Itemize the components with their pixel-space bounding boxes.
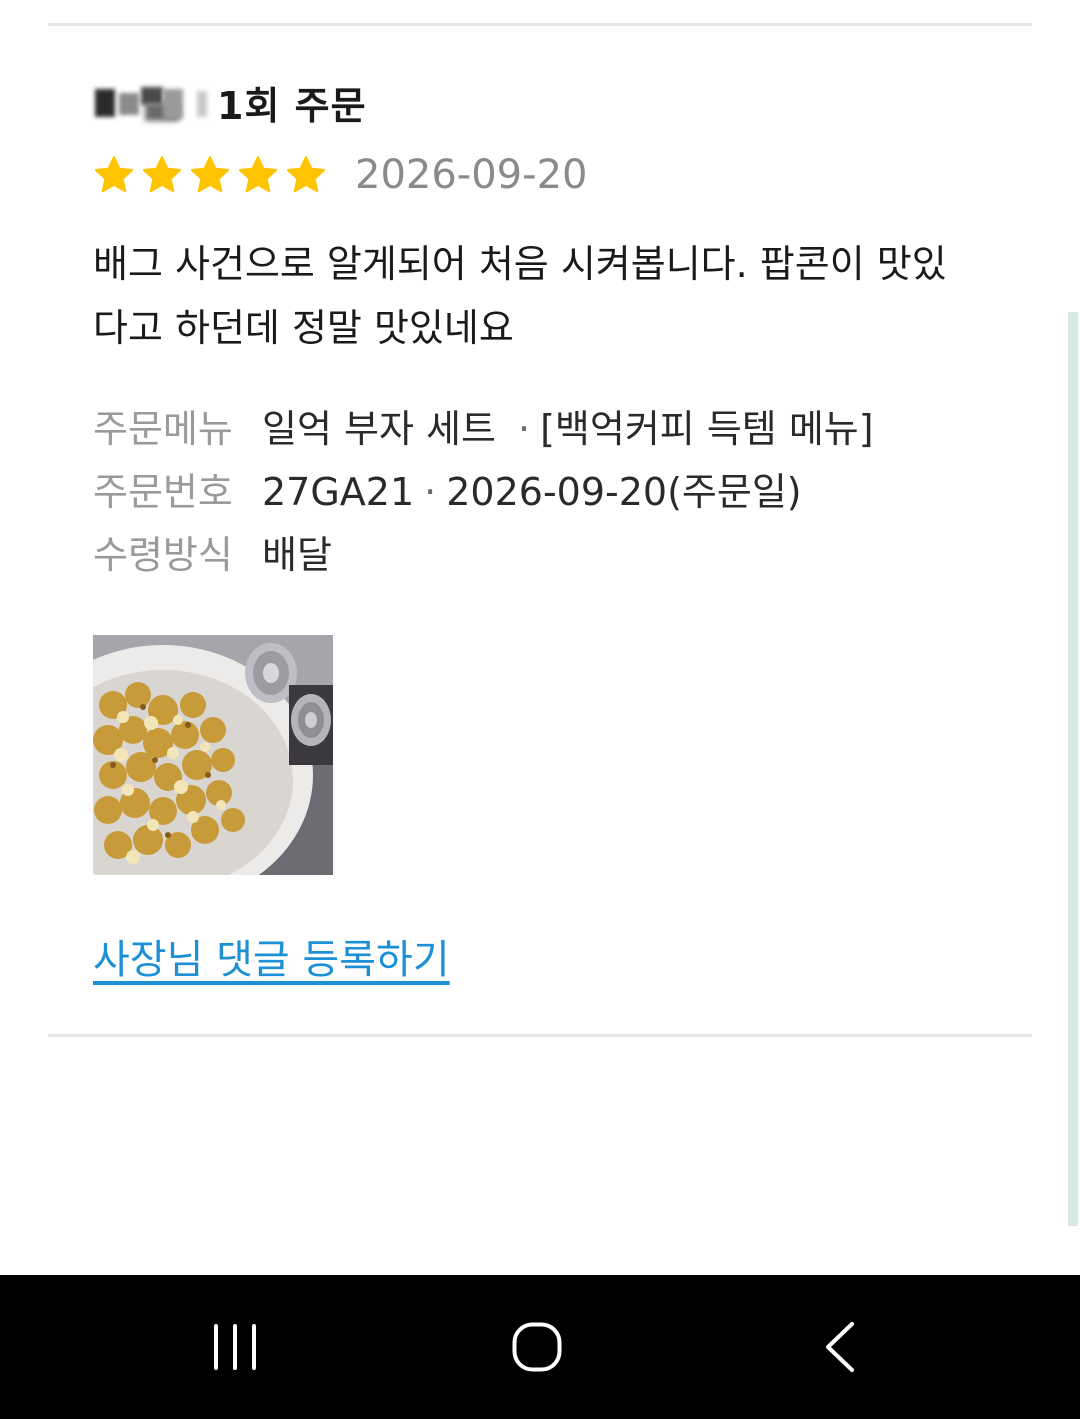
- back-icon: [826, 1322, 854, 1372]
- review-photo[interactable]: [93, 635, 333, 875]
- separator-dot: ·: [518, 407, 531, 451]
- recent-apps-button[interactable]: [155, 1275, 315, 1419]
- review-text: 배그 사건으로 알게되어 처음 시켜봅니다. 팝콘이 맛있다고 하던데 정말 맛…: [93, 242, 947, 350]
- home-icon: [512, 1322, 562, 1372]
- star-icon: [189, 154, 231, 196]
- menu-name: 일억 부자 세트: [262, 407, 508, 451]
- order-date: 2026-09-20(주문일): [446, 470, 802, 514]
- star-rating: [93, 154, 327, 196]
- bottom-divider: [48, 1034, 1032, 1037]
- system-navigation-bar: [0, 1275, 1080, 1419]
- order-number-label: 주문번호: [93, 470, 233, 514]
- star-icon: [237, 154, 279, 196]
- delivery-method-value: 배달: [262, 533, 332, 577]
- star-icon: [285, 154, 327, 196]
- scroll-indicator[interactable]: [1068, 312, 1078, 1226]
- order-number-row: 주문번호 27GA21 · 2026-09-20(주문일): [93, 457, 993, 520]
- reviewer-row: 1회 주문: [93, 70, 993, 134]
- recent-apps-icon: [214, 1324, 256, 1370]
- reviewer-name-blurred: [93, 79, 213, 125]
- rating-row: 2026-09-20: [93, 148, 993, 202]
- menu-category: [백억커피 득템 메뉴]: [540, 407, 874, 451]
- review-date: 2026-09-20: [355, 152, 588, 198]
- delivery-method-label: 수령방식: [93, 533, 233, 577]
- home-button[interactable]: [457, 1275, 617, 1419]
- order-number-value: 27GA21 · 2026-09-20(주문일): [262, 461, 802, 516]
- owner-reply-link[interactable]: 사장님 댓글 등록하기: [93, 927, 450, 985]
- top-divider: [48, 23, 1032, 26]
- separator-dot: ·: [424, 470, 437, 514]
- review-card: 1회 주문 2026-09-20 배그 사건으로 알게되어 처음 시켜봅니다. …: [93, 70, 993, 985]
- order-number: 27GA21: [262, 470, 415, 514]
- order-menu-label: 주문메뉴: [93, 407, 233, 451]
- order-info: 주문메뉴 일억 부자 세트 · [백억커피 득템 메뉴] 주문번호 27GA21 ·…: [93, 394, 993, 583]
- star-icon: [93, 154, 135, 196]
- star-icon: [141, 154, 183, 196]
- delivery-method-row: 수령방식 배달: [93, 520, 993, 583]
- order-menu-value: 일억 부자 세트 · [백억커피 득템 메뉴]: [262, 398, 874, 453]
- order-count: 1회 주문: [217, 83, 367, 128]
- back-button[interactable]: [760, 1275, 920, 1419]
- order-menu-row: 주문메뉴 일억 부자 세트 · [백억커피 득템 메뉴]: [93, 394, 993, 457]
